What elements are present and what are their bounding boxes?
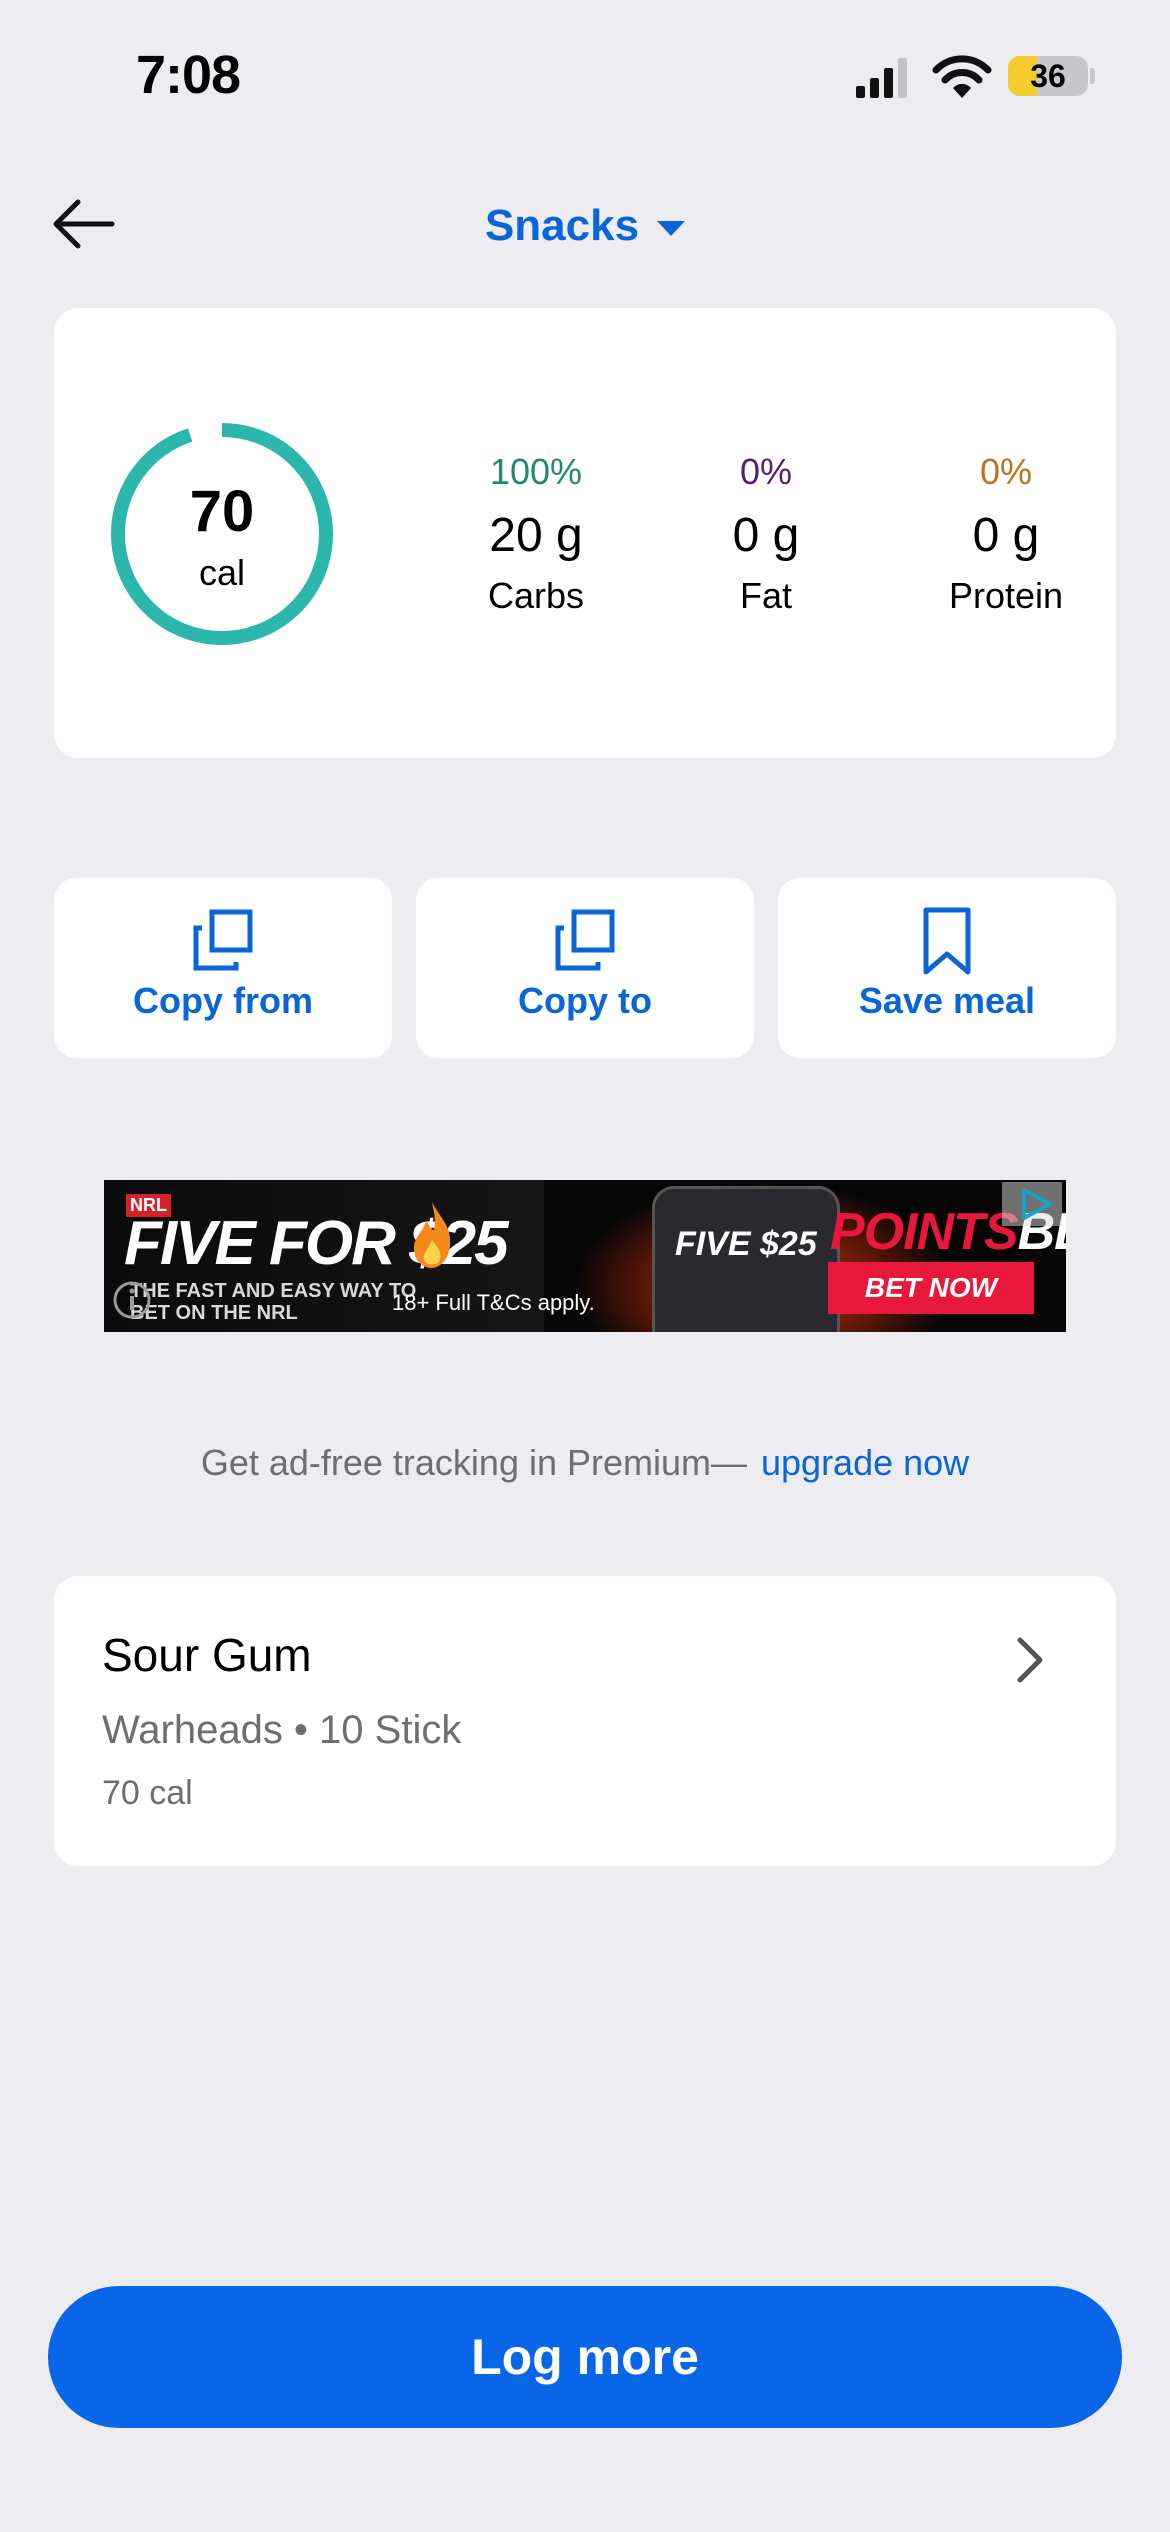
battery-tip	[1090, 68, 1095, 84]
ad-choices-icon[interactable]	[1002, 1182, 1062, 1226]
ad-brand-red: POINTS	[830, 1203, 1019, 1261]
macro-carbs: 100% 20 g Carbs	[416, 450, 656, 618]
calorie-unit: cal	[198, 552, 246, 593]
chevron-right-icon[interactable]	[1012, 1636, 1048, 1684]
food-name: Sour Gum	[102, 1629, 312, 1681]
caret-down-icon	[657, 220, 686, 236]
copy-from-button[interactable]: Copy from	[54, 878, 392, 1058]
macro-name: Carbs	[487, 575, 585, 616]
ad-phone-image: FIVE $25	[652, 1186, 840, 1332]
macro-grams: 0 g	[972, 509, 1040, 562]
macro-grams: 20 g	[489, 509, 583, 562]
food-detail: Warheads • 10 Stick	[102, 1708, 462, 1752]
upgrade-link[interactable]: upgrade now	[761, 1442, 969, 1483]
log-more-button[interactable]: Log more	[48, 2286, 1122, 2428]
page-title: Snacks	[484, 201, 640, 250]
action-label: Copy from	[133, 980, 313, 1021]
macro-grams: 0 g	[732, 509, 800, 562]
macro-percent: 0%	[979, 451, 1033, 492]
copy-to-button[interactable]: Copy to	[416, 878, 754, 1058]
save-meal-button[interactable]: Save meal	[778, 878, 1116, 1058]
flame-icon	[414, 1202, 451, 1268]
cellular-signal-icon	[856, 58, 907, 98]
calorie-value: 70	[189, 479, 255, 544]
ad-cta-button[interactable]: BET NOW	[828, 1262, 1034, 1314]
copy-icon	[193, 909, 253, 971]
food-calories: 70 cal	[102, 1774, 193, 1812]
macro-percent: 100%	[489, 451, 583, 492]
meal-selector[interactable]: Snacks	[0, 198, 1170, 254]
macro-fat: 0% 0 g Fat	[646, 450, 886, 618]
macro-protein: 0% 0 g Protein	[886, 450, 1126, 618]
macro-percent: 0%	[739, 451, 793, 492]
premium-text: Get ad-free tracking in Premium—	[200, 1442, 747, 1483]
copy-icon	[555, 909, 615, 971]
status-time: 7:08	[136, 45, 241, 105]
macro-name: Protein	[948, 575, 1064, 616]
bookmark-icon	[923, 907, 971, 975]
wifi-icon	[932, 55, 992, 98]
ad-banner[interactable]: FIVE $25 NRL FIVE FOR $25 THE FAST AND E…	[104, 1180, 1066, 1332]
action-label: Copy to	[518, 980, 652, 1021]
battery-indicator: 36	[1008, 56, 1088, 96]
macro-name: Fat	[739, 575, 792, 616]
battery-level: 36	[1030, 58, 1066, 94]
info-icon[interactable]	[112, 1280, 152, 1320]
ad-terms: 18+ Full T&Cs apply.	[392, 1290, 595, 1315]
premium-upsell: Get ad-free tracking in Premium— upgrade …	[0, 1442, 1170, 1484]
action-label: Save meal	[858, 980, 1036, 1021]
ad-phone-text: FIVE $25	[675, 1225, 817, 1263]
